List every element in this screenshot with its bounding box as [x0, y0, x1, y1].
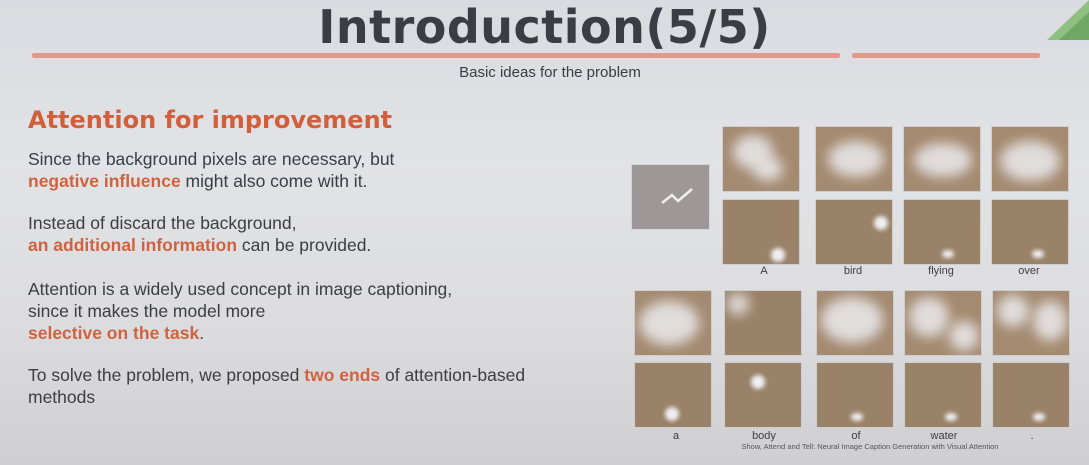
attention-map-period-heat — [992, 290, 1070, 356]
paragraph-3-tail: . — [199, 323, 205, 343]
paragraph-2: Instead of discard the background, an ad… — [28, 212, 568, 256]
caption-word: a — [672, 430, 680, 442]
original-image — [631, 164, 710, 230]
slide-title: Introduction(5/5) — [318, 0, 771, 54]
attention-map-a-dot — [722, 199, 800, 265]
paragraph-4: To solve the problem, we proposed two en… — [28, 364, 548, 408]
caption-word: body — [752, 430, 776, 442]
caption-word: over — [1018, 265, 1040, 277]
caption-word: bird — [843, 265, 863, 277]
attention-map-water-dot — [904, 362, 982, 428]
attention-map-over-dot — [991, 199, 1069, 265]
paragraph-3-highlight: selective on the task — [28, 323, 200, 343]
paragraph-4-highlight: two ends — [304, 365, 381, 385]
attention-map-of-dot — [816, 362, 894, 428]
attention-map-body-dot — [724, 362, 802, 428]
attention-map-bird-heat — [815, 126, 893, 192]
paragraph-1-text: Since the background pixels are necessar… — [28, 149, 395, 169]
attention-map-water-heat — [904, 290, 982, 356]
attention-map-flying-dot — [903, 199, 981, 265]
title-underline-right — [852, 53, 1040, 58]
section-heading: Attention for improvement — [28, 106, 393, 134]
attention-map-a-heat — [722, 126, 800, 192]
attention-map-body-heat — [724, 290, 802, 356]
paragraph-2-highlight: an additional information — [28, 235, 238, 255]
slide: Introduction(5/5) Basic ideas for the pr… — [0, 0, 1089, 465]
attention-map-flying-heat — [903, 126, 981, 192]
attention-map-over-heat — [991, 126, 1069, 192]
bird-silhouette-icon — [661, 188, 693, 204]
caption-word: water — [930, 430, 958, 442]
paragraph-2-text: Instead of discard the background, — [28, 213, 297, 233]
attention-map-period-dot — [992, 362, 1070, 428]
slide-subtitle: Basic ideas for the problem — [459, 64, 641, 81]
figure-citation: Show, Attend and Tell: Neural Image Capt… — [741, 442, 999, 451]
paragraph-2-tail: can be provided. — [237, 235, 372, 255]
caption-word: . — [1030, 430, 1034, 442]
paragraph-1-highlight: negative influence — [28, 171, 181, 191]
attention-map-of-heat — [816, 290, 894, 356]
paragraph-3-text: Attention is a widely used concept in im… — [28, 279, 453, 321]
attention-map-a2-dot — [634, 362, 712, 428]
paragraph-4-text: To solve the problem, we proposed — [28, 365, 305, 385]
caption-word: A — [760, 265, 768, 277]
caption-word: flying — [928, 265, 954, 277]
caption-word: of — [851, 430, 861, 442]
paragraph-3: Attention is a widely used concept in im… — [28, 278, 488, 344]
paragraph-1-tail: might also come with it. — [180, 171, 368, 191]
paragraph-1: Since the background pixels are necessar… — [28, 148, 568, 192]
attention-map-a2-heat — [634, 290, 712, 356]
title-underline-left — [32, 53, 840, 58]
attention-map-bird-dot — [815, 199, 893, 265]
